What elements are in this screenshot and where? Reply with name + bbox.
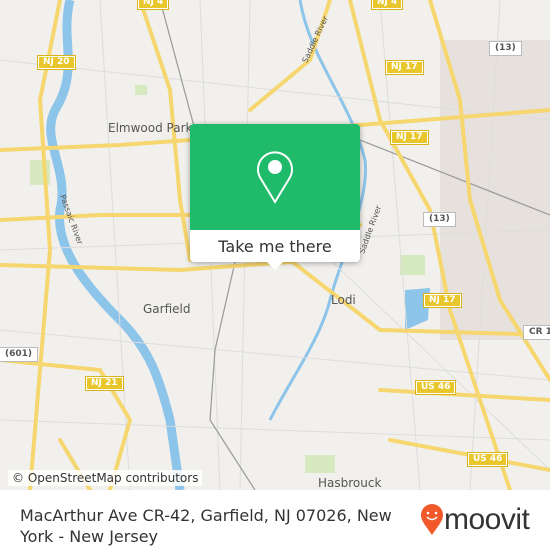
route-shield: NJ 4	[370, 0, 404, 10]
route-shield: (601)	[0, 347, 39, 362]
moovit-pin-icon	[421, 504, 443, 535]
route-shield: NJ 17	[423, 293, 462, 308]
route-shield: NJ 4	[136, 0, 170, 10]
route-shield: NJ 21	[85, 376, 124, 391]
route-shield: NJ 20	[37, 55, 76, 70]
route-shield: US 46	[414, 380, 457, 395]
route-shield: (13)	[489, 41, 522, 56]
take-me-there-button[interactable]: Take me there	[190, 230, 360, 262]
route-shield: CR 1	[523, 325, 550, 340]
map-attribution[interactable]: © OpenStreetMap contributors	[8, 470, 203, 486]
route-shield: NJ 17	[390, 130, 429, 145]
place-elmwood-park: Elmwood Park	[108, 121, 193, 135]
place-garfield: Garfield	[143, 302, 191, 316]
moovit-logo: moovit	[420, 503, 530, 537]
map-pin-icon	[257, 151, 293, 204]
route-shield: (13)	[423, 212, 456, 227]
route-shield: NJ 17	[385, 60, 424, 75]
place-lodi: Lodi	[331, 293, 356, 307]
location-popup: Take me there	[190, 124, 360, 270]
route-shield: US 46	[466, 452, 509, 467]
place-hasbrouck: Hasbrouck	[318, 476, 382, 490]
address-text: MacArthur Ave CR-42, Garfield, NJ 07026,…	[20, 506, 392, 546]
